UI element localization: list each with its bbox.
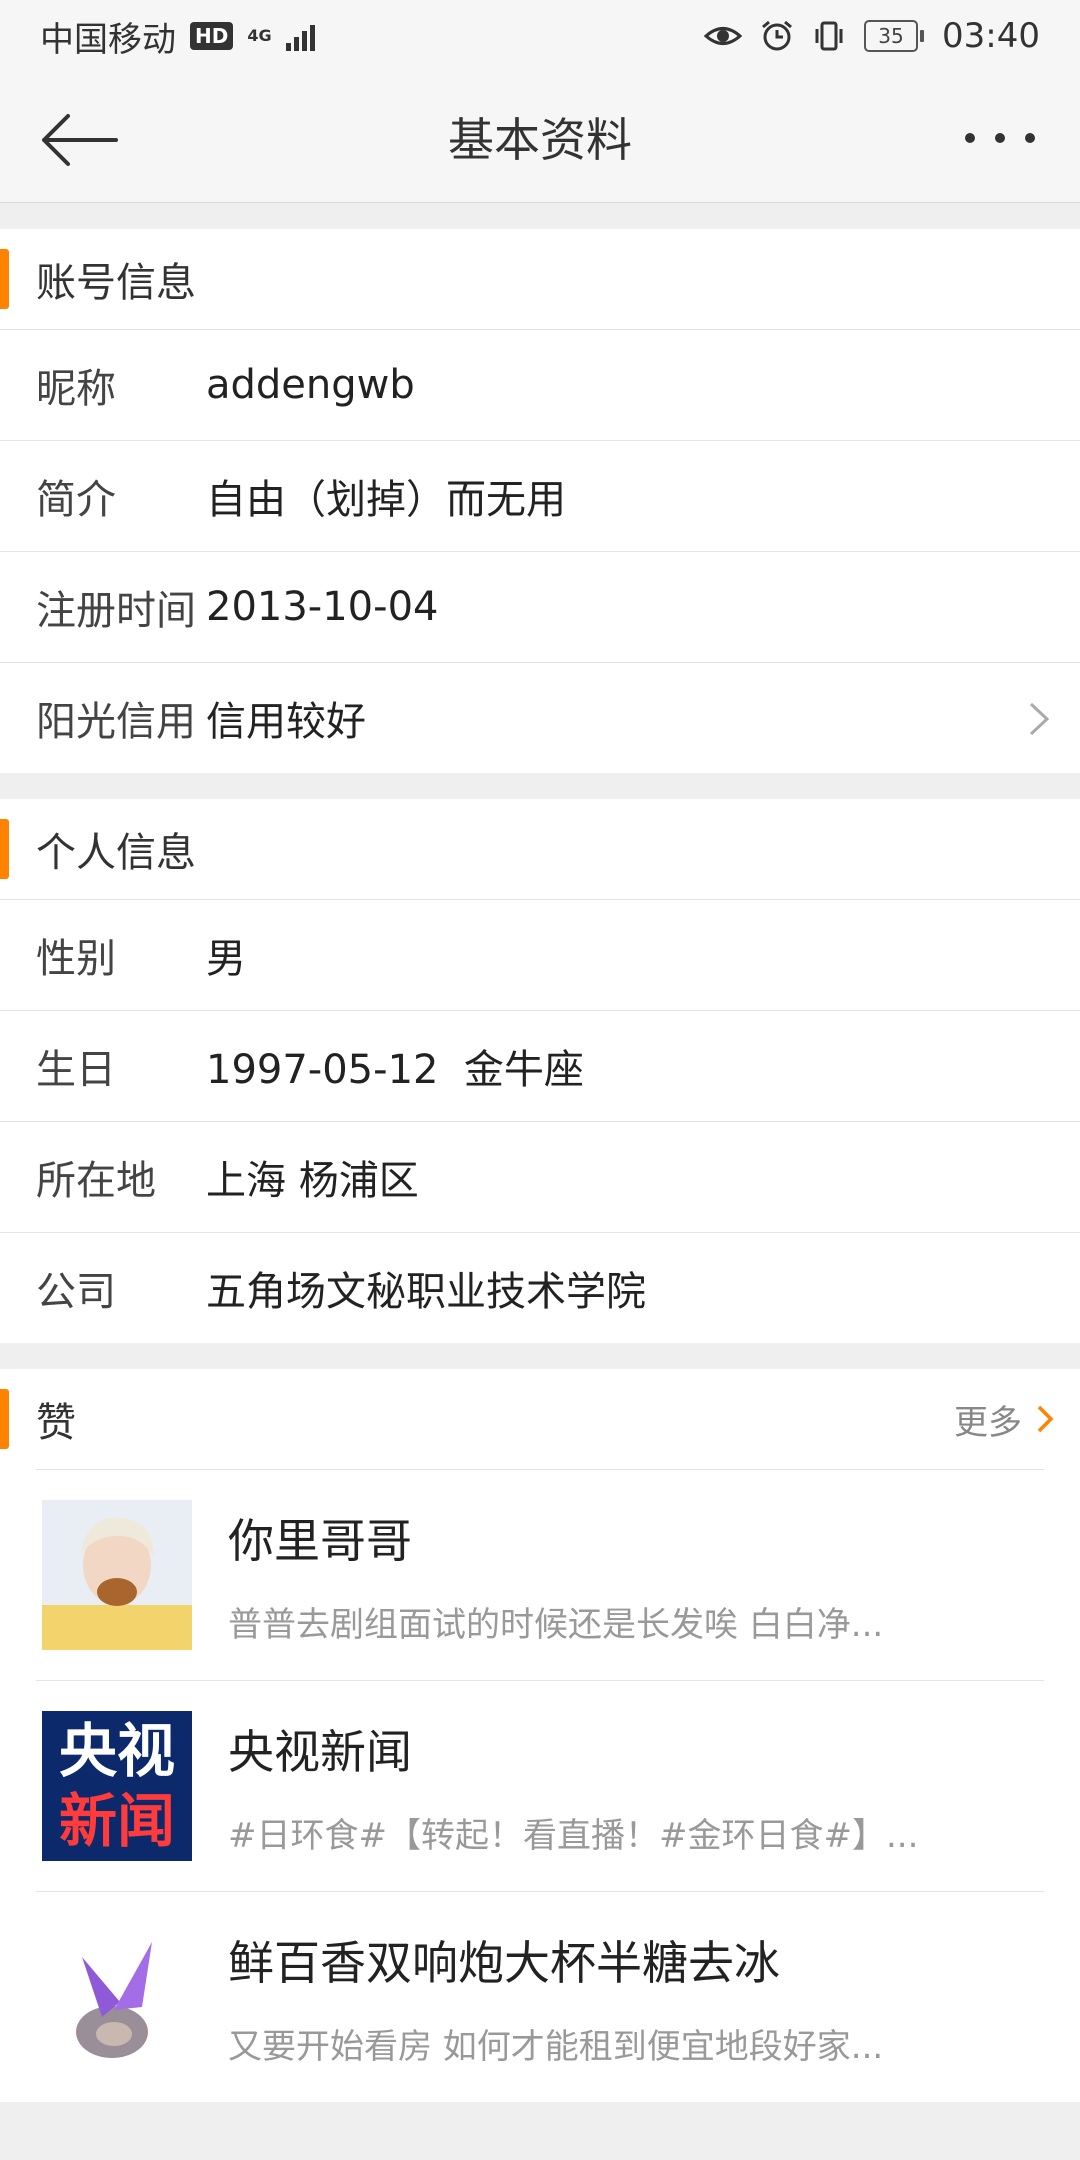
vibrate-icon (815, 21, 843, 51)
accent-bar (0, 249, 9, 309)
more-link[interactable]: 更多 (954, 1395, 1054, 1444)
battery-icon: 35 (864, 20, 925, 52)
alarm-icon (762, 20, 792, 51)
personal-info-section: 个人信息 性别 男 生日 1997-05-12 金牛座 所在地 上海 杨浦区 公… (0, 799, 1080, 1343)
sunshine-credit-row[interactable]: 阳光信用 信用较好 (0, 663, 1080, 773)
row-label: 生日 (36, 1047, 116, 1093)
accent-bar (0, 1389, 9, 1449)
nickname-row: 昵称 addengwb (0, 330, 1080, 441)
signal-icon (285, 21, 315, 51)
birthday-row: 生日 1997-05-12 金牛座 (0, 1011, 1080, 1122)
accent-bar (0, 819, 9, 879)
eye-icon (704, 27, 743, 45)
logo-line-2: 新闻 (58, 1787, 175, 1855)
post-thumbnail (42, 1500, 192, 1650)
row-label: 昵称 (36, 366, 116, 412)
row-value: 1997-05-12 金牛座 (206, 1047, 584, 1093)
row-value: 信用较好 (206, 699, 366, 745)
row-label: 阳光信用 (36, 699, 196, 745)
row-label: 注册时间 (36, 588, 196, 634)
carrier-label: 中国移动 (40, 19, 176, 60)
row-value: 五角场文秘职业技术学院 (206, 1269, 646, 1315)
hd-badge: HD (190, 22, 234, 50)
row-value: 上海 杨浦区 (206, 1158, 419, 1204)
row-label: 公司 (36, 1269, 116, 1315)
liked-post-item[interactable]: 你里哥哥 普普去剧组面试的时候还是长发唉 白白净... (36, 1470, 1044, 1681)
location-row: 所在地 上海 杨浦区 (0, 1122, 1080, 1233)
company-row: 公司 五角场文秘职业技术学院 (0, 1233, 1080, 1343)
section-header: 个人信息 (0, 799, 1080, 900)
chevron-right-icon (1029, 702, 1050, 736)
section-header: 账号信息 (0, 229, 1080, 330)
post-thumbnail (42, 1922, 192, 2072)
battery-level: 35 (864, 20, 919, 52)
post-excerpt: 普普去剧组面试的时候还是长发唉 白白净... (228, 1604, 884, 1645)
post-excerpt: #日环食#【转起！看直播！#金环日食#】... (228, 1815, 919, 1856)
nav-bar: 基本资料 (0, 72, 1080, 203)
cctv-news-logo: 央视 新闻 (42, 1711, 192, 1861)
more-dots-icon[interactable] (960, 120, 1040, 156)
section-title: 账号信息 (36, 260, 196, 306)
network-type-label: 4G (247, 26, 272, 45)
account-info-section: 账号信息 昵称 addengwb 简介 自由（划掉）而无用 注册时间 2013-… (0, 229, 1080, 773)
section-header: 赞 更多 (0, 1369, 1080, 1469)
post-author: 鲜百香双响炮大杯半糖去冰 (228, 1935, 780, 1990)
row-label: 所在地 (36, 1158, 156, 1204)
post-excerpt: 又要开始看房 如何才能租到便宜地段好家... (228, 2026, 884, 2067)
likes-section: 赞 更多 你里哥哥 普普去剧组面试的时候还是长发唉 白白净... 央视 新闻 央… (0, 1369, 1080, 2102)
clock: 03:40 (942, 16, 1040, 56)
row-value: 男 (206, 936, 246, 982)
gender-row: 性别 男 (0, 900, 1080, 1011)
post-author: 你里哥哥 (228, 1513, 412, 1568)
row-value: 自由（划掉）而无用 (206, 477, 566, 523)
chevron-right-icon (1037, 1405, 1054, 1433)
register-date-row: 注册时间 2013-10-04 (0, 552, 1080, 663)
liked-post-item[interactable]: 鲜百香双响炮大杯半糖去冰 又要开始看房 如何才能租到便宜地段好家... (36, 1892, 1044, 2102)
post-author: 央视新闻 (228, 1724, 412, 1779)
row-label: 性别 (36, 936, 116, 982)
row-value: addengwb (206, 362, 415, 408)
section-title: 赞 (36, 1400, 76, 1446)
bio-row: 简介 自由（划掉）而无用 (0, 441, 1080, 552)
liked-post-item[interactable]: 央视 新闻 央视新闻 #日环食#【转起！看直播！#金环日食#】... (36, 1681, 1044, 1892)
section-title: 个人信息 (36, 830, 196, 876)
row-value: 2013-10-04 (206, 584, 439, 630)
status-bar: 中国移动 HD 4G 35 03:40 (0, 0, 1080, 72)
more-label: 更多 (954, 1402, 1022, 1443)
page-title: 基本资料 (448, 113, 632, 167)
logo-line-1: 央视 (58, 1717, 175, 1785)
row-label: 简介 (36, 477, 116, 523)
